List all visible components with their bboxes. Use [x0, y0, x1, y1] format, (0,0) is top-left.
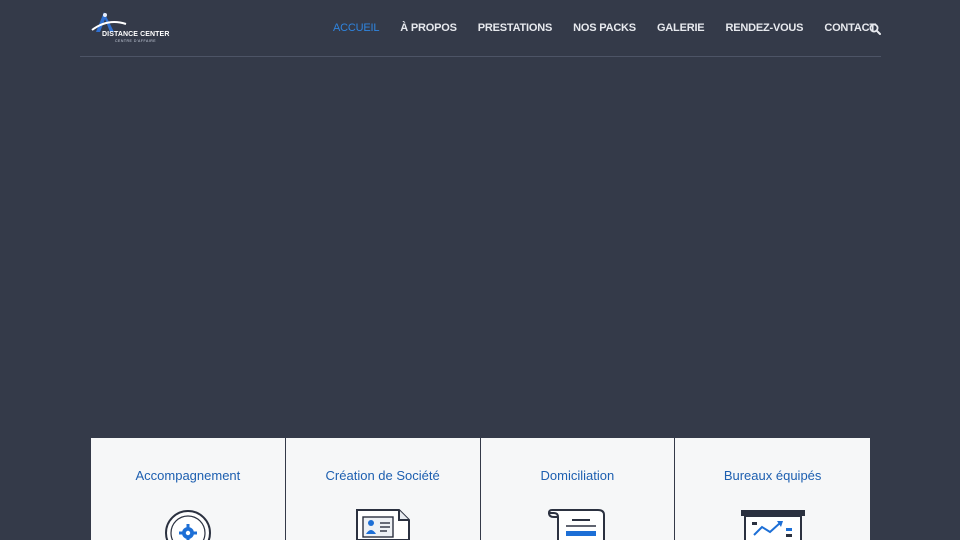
brand-tagline: CENTRE D'AFFAIRE — [115, 39, 157, 43]
search-icon[interactable] — [869, 22, 881, 35]
brand-name: DISTANCE CENTER — [102, 31, 170, 38]
nav-item-nos-packs[interactable]: NOS PACKS — [573, 20, 636, 36]
services-cards: Accompagnement Création de Société Domic… — [91, 438, 870, 540]
service-card-bureaux-equipes[interactable]: Bureaux équipés — [675, 438, 870, 540]
nav-item-accueil[interactable]: ACCUEIL — [333, 20, 379, 36]
main-nav: ACCUEIL À PROPOS PRESTATIONS NOS PACKS G… — [333, 20, 897, 36]
site-header: DISTANCE CENTER CENTRE D'AFFAIRE ACCUEIL… — [80, 0, 881, 57]
brand-logo[interactable]: DISTANCE CENTER CENTRE D'AFFAIRE — [90, 10, 169, 44]
nav-item-a-propos[interactable]: À PROPOS — [400, 20, 457, 36]
gear-icon — [164, 510, 211, 540]
nav-item-prestations[interactable]: PRESTATIONS — [478, 20, 553, 36]
service-card-domiciliation[interactable]: Domiciliation — [480, 438, 676, 540]
service-card-title: Accompagnement — [135, 468, 241, 483]
nav-item-rendez-vous[interactable]: RENDEZ-VOUS — [725, 20, 803, 36]
service-card-title: Domiciliation — [540, 468, 615, 483]
scroll-document-icon — [548, 509, 606, 540]
presentation-board-icon — [740, 510, 805, 540]
service-card-title: Bureaux équipés — [723, 468, 822, 483]
service-card-title: Création de Société — [325, 468, 440, 483]
id-card-document-icon — [355, 509, 410, 540]
nav-item-galerie[interactable]: GALERIE — [657, 20, 705, 36]
service-card-creation-societe[interactable]: Création de Société — [285, 438, 481, 540]
service-card-accompagnement[interactable]: Accompagnement — [91, 438, 286, 540]
